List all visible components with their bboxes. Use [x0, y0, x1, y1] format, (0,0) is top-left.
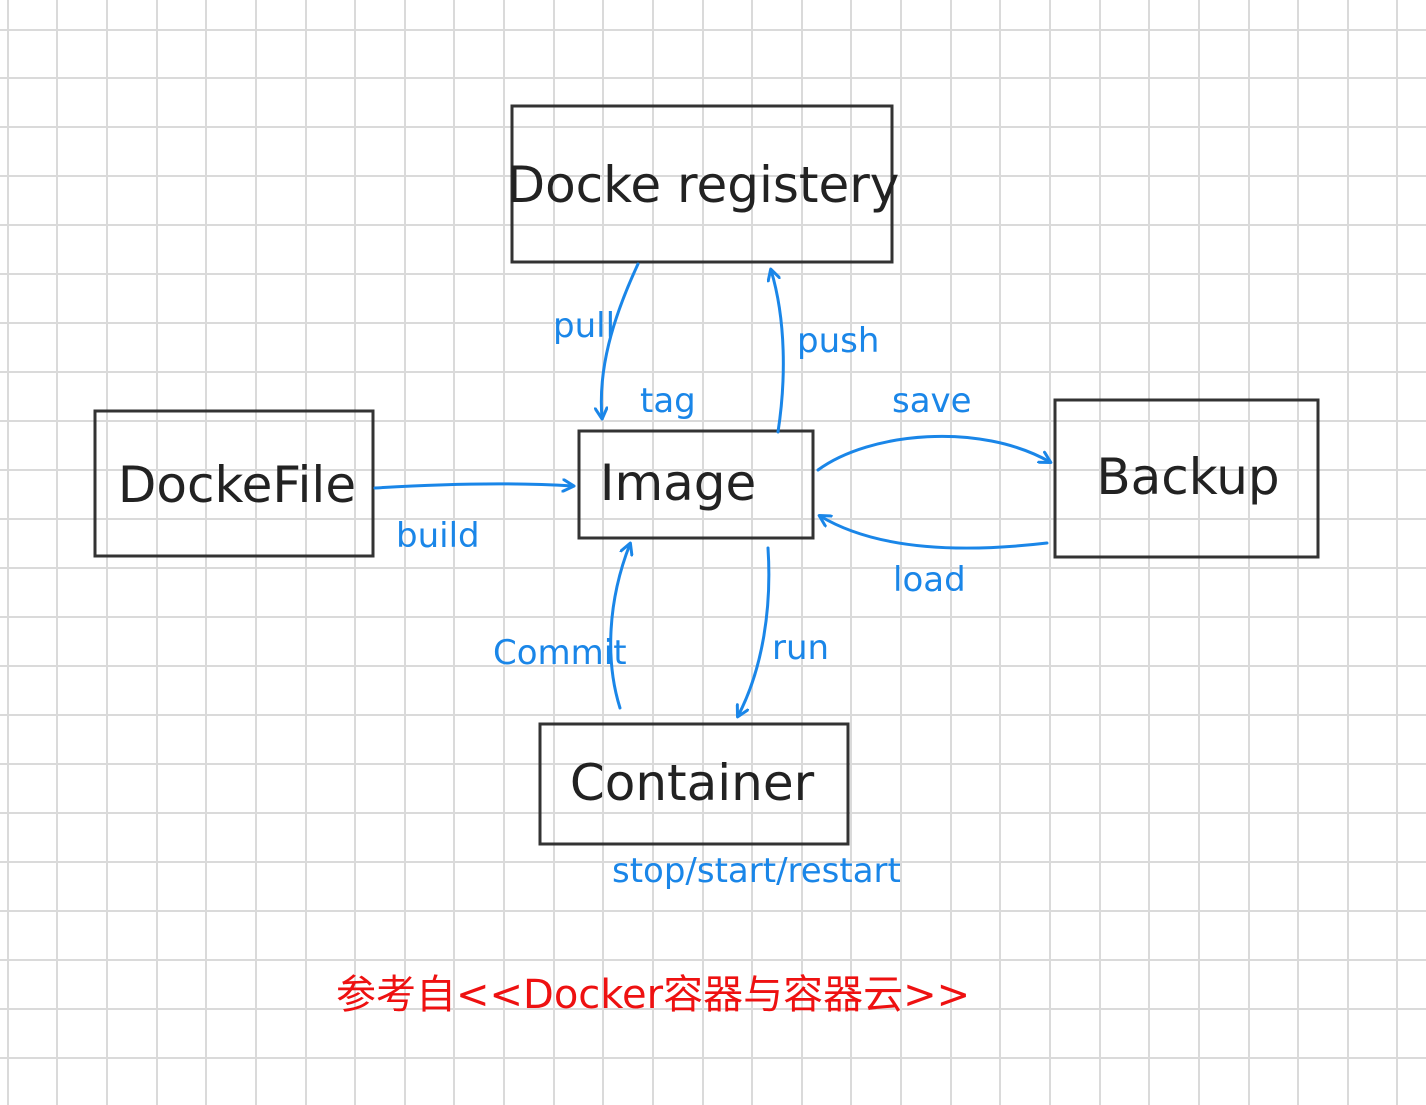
backup-label: Backup — [1096, 448, 1279, 506]
push-label: push — [797, 321, 879, 361]
container-lifecycle-note: stop/start/restart — [612, 851, 901, 891]
run-label: run — [772, 628, 829, 668]
container-label: Container — [570, 754, 815, 812]
build-label: build — [396, 516, 480, 556]
dockerfile-label: DockeFile — [118, 456, 356, 514]
tag-label: tag — [640, 381, 696, 421]
run-arrow — [738, 546, 771, 716]
image-label: Image — [600, 454, 757, 512]
commit-label: Commit — [493, 633, 627, 673]
diagram-canvas: Docke registery DockeFile Image Backup C… — [0, 0, 1426, 1105]
save-label: save — [892, 381, 972, 421]
registry-label: Docke registery — [507, 156, 900, 214]
load-arrow — [820, 516, 1049, 550]
push-arrow — [771, 270, 785, 434]
load-label: load — [893, 560, 966, 600]
source-credit: 参考自<<Docker容器与容器云>> — [336, 972, 970, 1018]
save-arrow — [816, 434, 1050, 472]
pull-label: pull — [553, 306, 615, 346]
